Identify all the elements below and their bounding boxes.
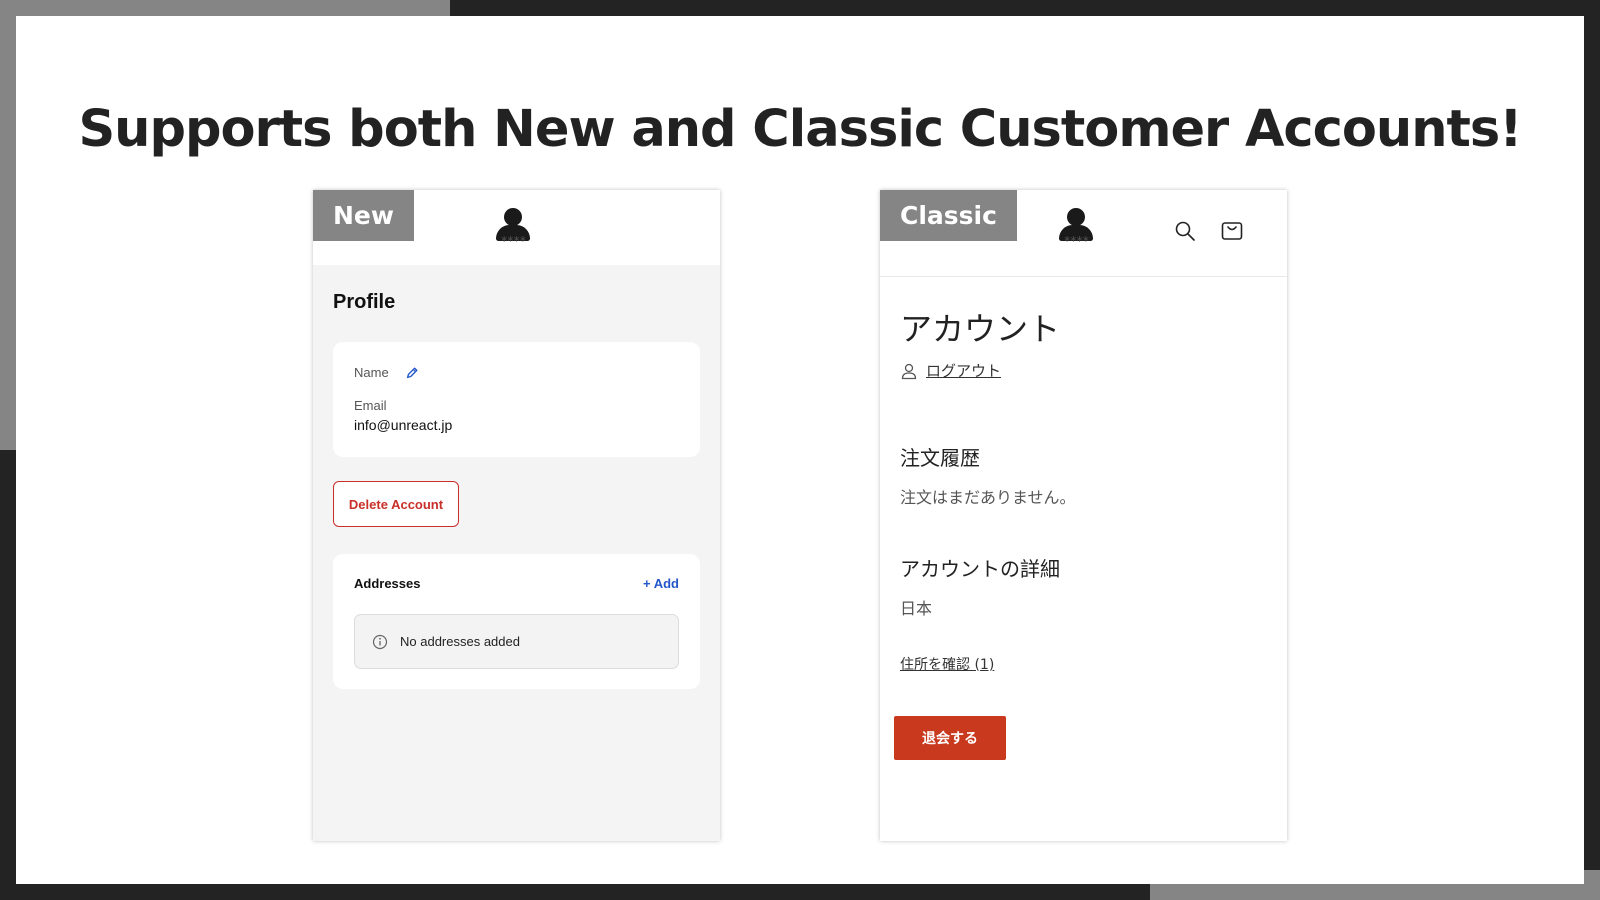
logo-stars: ****: [1063, 234, 1090, 248]
view-addresses-link[interactable]: 住所を確認 (1): [900, 654, 994, 674]
no-addresses-notice: No addresses added: [354, 614, 679, 669]
search-icon[interactable]: [1174, 220, 1196, 242]
no-addresses-text: No addresses added: [400, 634, 520, 649]
withdraw-button[interactable]: 退会する: [894, 716, 1006, 760]
info-icon: [372, 634, 388, 650]
logo-stars: ****: [500, 234, 527, 248]
cart-icon[interactable]: [1220, 218, 1244, 242]
logout-link[interactable]: ログアウト: [900, 360, 1001, 381]
account-country: 日本: [900, 599, 933, 618]
email-value: info@unreact.jp: [354, 417, 453, 433]
addresses-card: Addresses + Add No addresses added: [333, 554, 700, 689]
order-history-empty: 注文はまだありません。: [900, 488, 1076, 507]
profile-title: Profile: [333, 291, 396, 313]
pencil-icon[interactable]: [405, 366, 419, 380]
profile-card: Name Email info@unreact.jp: [333, 342, 700, 457]
add-address-button[interactable]: + Add: [643, 576, 679, 591]
email-label: Email: [354, 398, 387, 413]
addresses-title: Addresses: [354, 576, 421, 591]
new-panel-body: Profile Name Email info@unreact.jp Delet…: [313, 265, 720, 841]
new-accounts-panel: **** New Profile Name Email info@unreact…: [313, 190, 720, 841]
order-history-title: 注文履歴: [900, 446, 980, 470]
user-icon: [901, 363, 917, 379]
name-label: Name: [354, 365, 389, 380]
logo-head-shape: [1067, 208, 1085, 226]
logout-label: ログアウト: [926, 362, 1002, 380]
classic-accounts-panel: **** Classic アカウント ログアウト 注文履歴 注文はまだありません…: [880, 190, 1287, 841]
headline: Supports both New and Classic Customer A…: [78, 100, 1522, 159]
new-tag: New: [313, 190, 414, 241]
slide: Supports both New and Classic Customer A…: [16, 16, 1584, 884]
delete-account-button[interactable]: Delete Account: [333, 481, 459, 527]
logo-head-shape: [504, 208, 522, 226]
account-details-title: アカウントの詳細: [900, 557, 1060, 581]
store-logo[interactable]: ****: [1056, 208, 1096, 250]
store-logo[interactable]: ****: [493, 208, 533, 250]
classic-tag: Classic: [880, 190, 1017, 241]
account-title: アカウント: [900, 310, 1061, 348]
